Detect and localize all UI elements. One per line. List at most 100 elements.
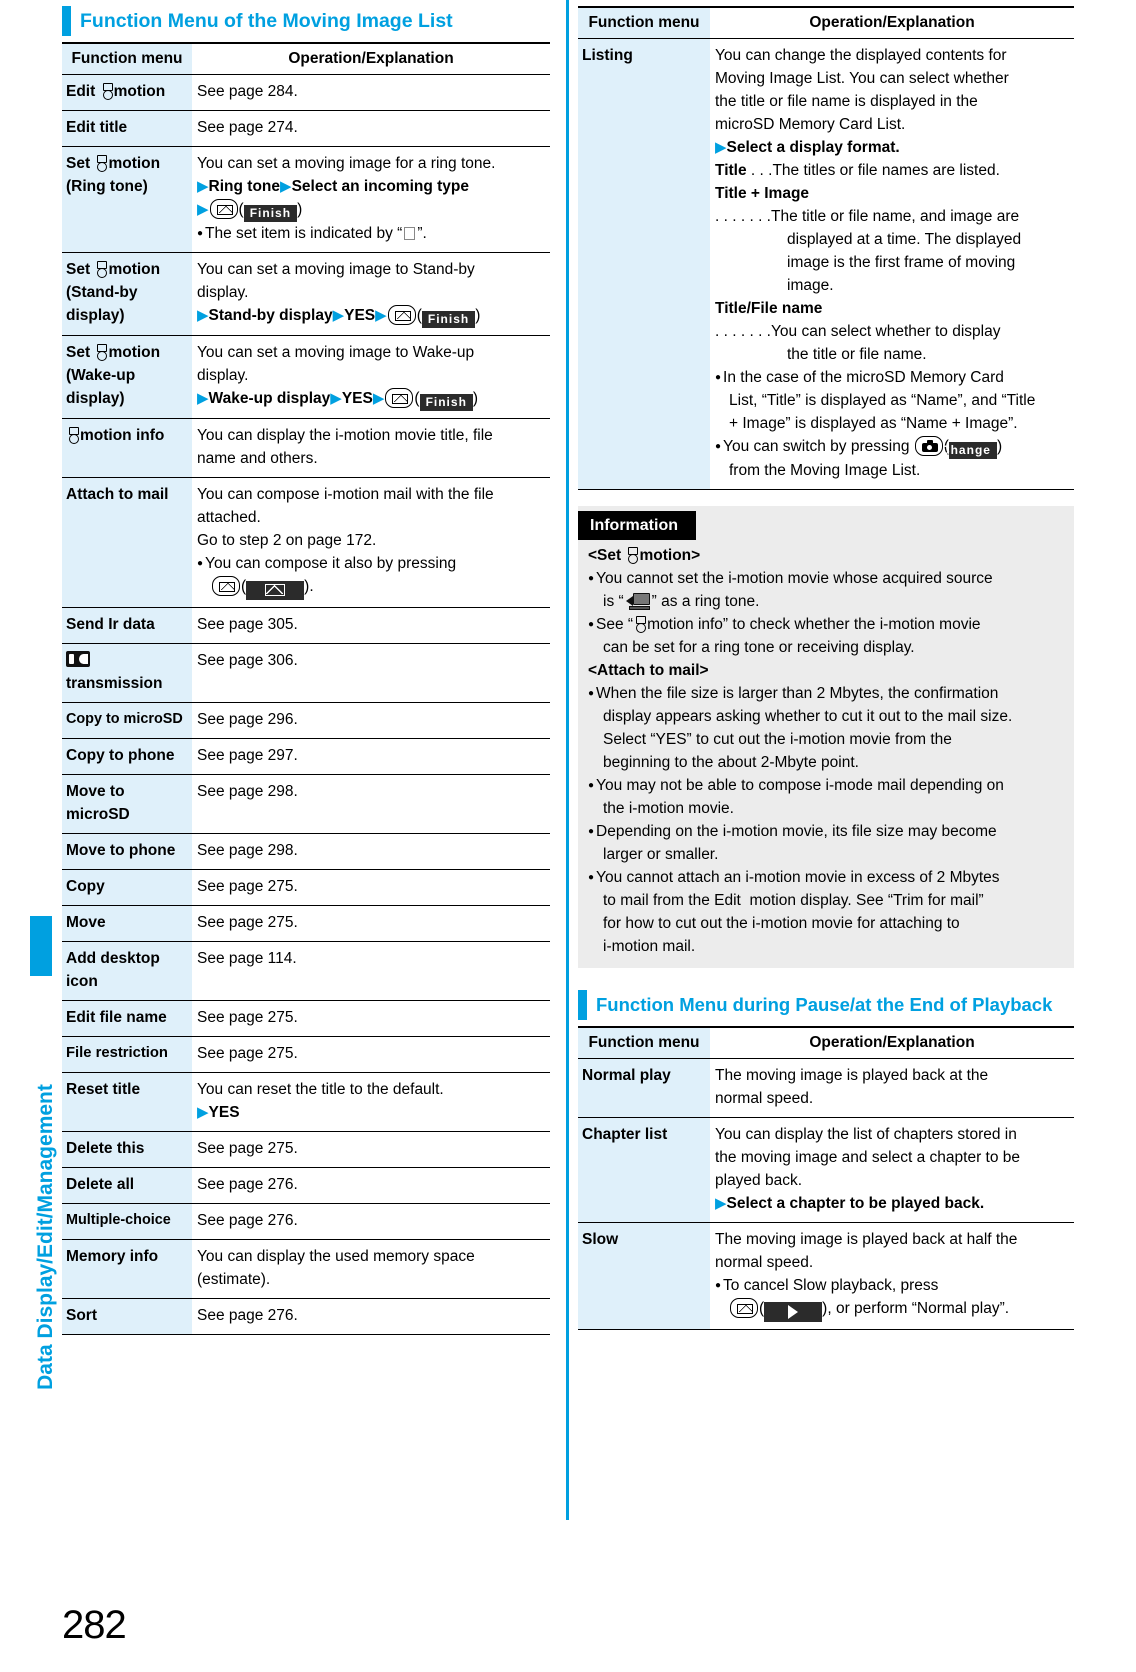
side-chapter-label: Data Display/Edit/Management <box>34 1084 57 1390</box>
row-key: Copy <box>62 869 192 906</box>
change-softkey-label: Change <box>941 442 997 459</box>
row-key: Normal play <box>578 1058 710 1118</box>
row-value: See page 274. <box>192 110 550 147</box>
row-value: The moving image is played back at half … <box>710 1222 1074 1330</box>
row-value: You can display the list of chapters sto… <box>710 1117 1074 1223</box>
ic-transmission-icon <box>66 650 92 668</box>
table-row: Attach to mail You can compose i-motion … <box>62 477 550 608</box>
row-value: See page 276. <box>192 1298 550 1335</box>
row-value: See page 275. <box>192 869 550 906</box>
information-item-cont: larger or smaller. <box>603 846 719 863</box>
row-key: Chapter list <box>578 1117 710 1223</box>
row-value: See page 306. <box>192 643 550 703</box>
pc-download-icon <box>625 593 650 610</box>
play-softkey-icon <box>764 1302 823 1322</box>
row-value: See page 305. <box>192 607 550 644</box>
table-row: motion info You can display the i-motion… <box>62 418 550 478</box>
row-key: Slow <box>578 1222 710 1330</box>
row-value: You can set a moving image to Wake-up di… <box>192 335 550 419</box>
row-key: Delete this <box>62 1131 192 1168</box>
header-function-menu: Function menu <box>62 42 192 75</box>
row-key: Multiple-choice <box>62 1203 192 1240</box>
table-row: Set motion (Stand-by display) You can se… <box>62 252 550 336</box>
table-row: Move to microSD See page 298. <box>62 774 550 834</box>
row-key: Set motion (Ring tone) <box>62 146 192 253</box>
mail-key-icon <box>385 388 414 408</box>
information-item-cont: can be set for a ring tone or receiving … <box>603 639 915 656</box>
header-operation-explanation: Operation/Explanation <box>710 1026 1074 1059</box>
row-key: Sort <box>62 1298 192 1335</box>
table-row: Reset title You can reset the title to t… <box>62 1072 550 1132</box>
row-key: Move to phone <box>62 833 192 870</box>
table-header-row: Function menu Operation/Explanation <box>578 1026 1074 1059</box>
information-item: You may not be able to compose i-mode ma… <box>588 774 1064 797</box>
function-menu-table-pause-playback: Function menu Operation/Explanation Norm… <box>578 1026 1074 1330</box>
table-row: Copy to microSD See page 296. <box>62 702 550 739</box>
heading-text: Function Menu during Pause/at the End of… <box>596 994 1053 1015</box>
page-number: 282 <box>62 1603 127 1647</box>
step-arrow-icon: ▶ <box>197 1104 209 1121</box>
information-item-cont: to mail from the Edit motion display. Se… <box>603 892 984 909</box>
row-value: The moving image is played back at the n… <box>710 1058 1074 1118</box>
information-item-cont: display appears asking whether to cut it… <box>603 708 1013 725</box>
table-row: Set motion (Wake-up display) You can set… <box>62 335 550 419</box>
row-key: Set motion (Wake-up display) <box>62 335 192 419</box>
row-key: Reset title <box>62 1072 192 1132</box>
row-key: Copy to phone <box>62 738 192 775</box>
heading-bar <box>578 990 587 1020</box>
header-operation-explanation: Operation/Explanation <box>192 42 550 75</box>
step-arrow-icon: ▶ <box>280 178 292 195</box>
step-arrow-icon: ▶ <box>197 178 209 195</box>
function-menu-table-listing: Function menu Operation/Explanation List… <box>578 6 1074 490</box>
finish-softkey-label: Finish <box>419 394 473 411</box>
mail-key-icon <box>730 1298 758 1318</box>
header-function-menu: Function menu <box>578 1026 710 1059</box>
information-item-cont: Select “YES” to cut out the i-motion mov… <box>603 731 952 748</box>
row-value: See page 298. <box>192 833 550 870</box>
set-mark-icon <box>404 227 416 240</box>
mail-key-icon <box>209 199 238 219</box>
row-value: You can change the displayed contents fo… <box>710 38 1074 490</box>
information-item: Depending on the i-motion movie, its fil… <box>588 820 1064 843</box>
step-arrow-icon: ▶ <box>330 390 342 407</box>
row-key: motion info <box>62 418 192 478</box>
row-key: File restriction <box>62 1036 192 1073</box>
row-value: See page 114. <box>192 941 550 1001</box>
header-function-menu: Function menu <box>578 6 710 39</box>
row-key: Delete all <box>62 1167 192 1204</box>
row-key: Listing <box>578 38 710 490</box>
table-row: Chapter list You can display the list of… <box>578 1117 1074 1223</box>
information-item-cont: the i-motion movie. <box>603 800 734 817</box>
mail-softkey-icon <box>246 581 305 600</box>
row-key: Move to microSD <box>62 774 192 834</box>
row-value: You can reset the title to the default. … <box>192 1072 550 1132</box>
step-arrow-icon: ▶ <box>197 390 209 407</box>
table-row: Set motion (Ring tone) You can set a mov… <box>62 146 550 253</box>
table-row: Edit file name See page 275. <box>62 1000 550 1037</box>
table-row: Listing You can change the displayed con… <box>578 38 1074 490</box>
i-motion-icon <box>96 261 108 278</box>
mail-key-icon <box>387 305 416 325</box>
row-value: See page 275. <box>192 1131 550 1168</box>
step-arrow-icon: ▶ <box>197 307 209 324</box>
information-item: See “motion info” to check whether the i… <box>588 613 1064 636</box>
table-row: Edit title See page 274. <box>62 110 550 147</box>
mail-key-icon <box>212 576 240 596</box>
row-value: You can set a moving image to Stand-by d… <box>192 252 550 336</box>
table-row: Multiple-choice See page 276. <box>62 1203 550 1240</box>
table-row: Delete this See page 275. <box>62 1131 550 1168</box>
information-box: Information <Set motion> You cannot set … <box>578 506 1074 968</box>
information-item-cont: is “” as a ring tone. <box>603 593 760 610</box>
i-motion-icon <box>96 344 108 361</box>
table-header-row: Function menu Operation/Explanation <box>62 42 550 75</box>
i-motion-icon <box>96 155 108 172</box>
row-key: Edit file name <box>62 1000 192 1037</box>
row-value: See page 298. <box>192 774 550 834</box>
table-row: Delete all See page 276. <box>62 1167 550 1204</box>
table-header-row: Function menu Operation/Explanation <box>578 6 1074 39</box>
header-operation-explanation: Operation/Explanation <box>710 6 1074 39</box>
row-value: See page 275. <box>192 1036 550 1073</box>
finish-softkey-label: Finish <box>243 205 298 222</box>
row-key: Move <box>62 905 192 942</box>
table-row: transmission See page 306. <box>62 643 550 703</box>
